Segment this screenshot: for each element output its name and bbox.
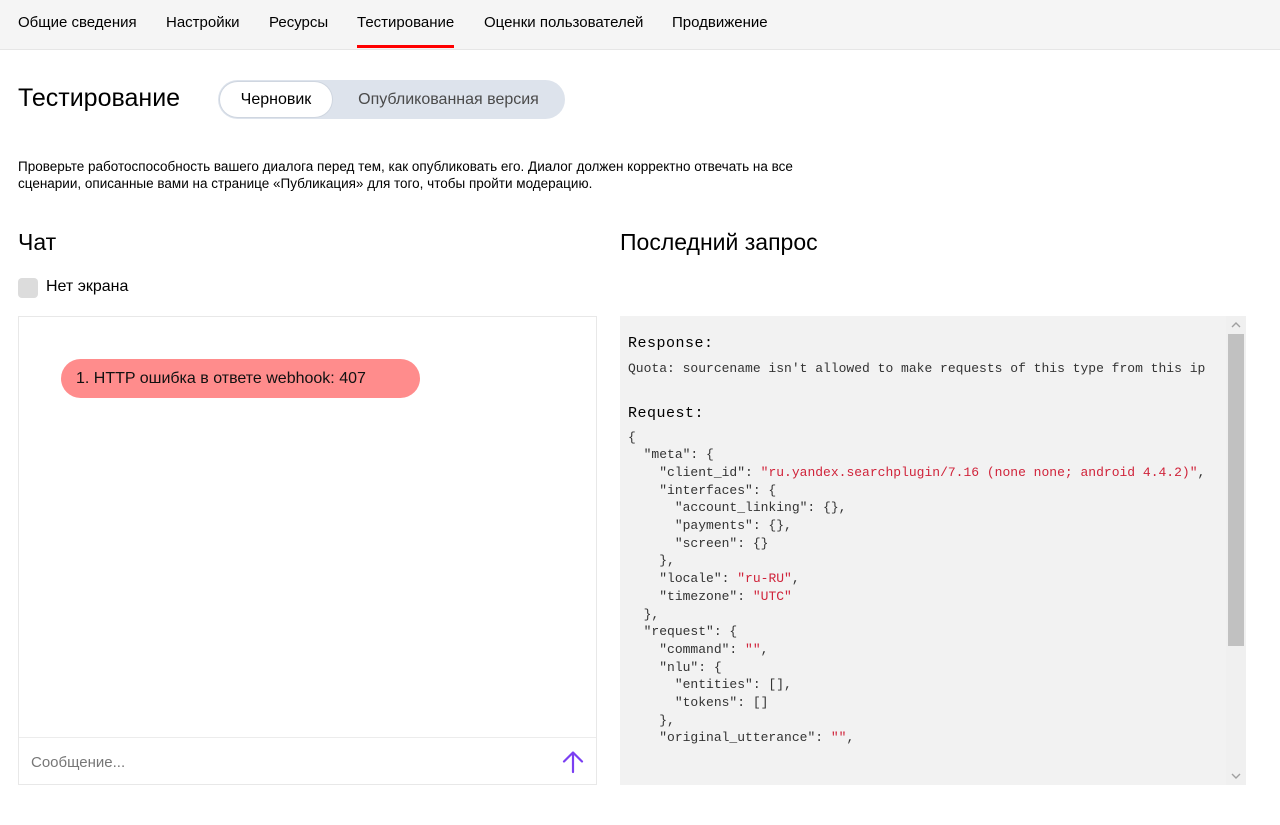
request-label: Request: [628, 404, 705, 422]
tab-user-ratings[interactable]: Оценки пользователей [484, 14, 643, 31]
code-token: , [791, 571, 800, 587]
tab-settings[interactable]: Настройки [166, 14, 240, 31]
arrow-up-icon [562, 751, 584, 774]
code-string-token: "" [745, 641, 761, 657]
no-screen-checkbox[interactable] [18, 278, 38, 298]
code-token: "timezone": [628, 588, 753, 604]
code-token: { [628, 429, 636, 445]
code-string-token: "UTC" [752, 588, 792, 604]
request-scrollbar[interactable] [1226, 316, 1246, 785]
code-line: "timezone": "UTC" [628, 588, 1226, 606]
message-input[interactable] [31, 747, 541, 777]
code-line: "entities": [], [628, 676, 1226, 694]
code-token: , [760, 641, 769, 657]
code-line: "locale": "ru-RU", [628, 570, 1226, 588]
no-screen-label: Нет экрана [46, 278, 129, 295]
code-line: }, [628, 606, 1226, 624]
code-line: "request": { [628, 623, 1226, 641]
code-token: , [846, 730, 855, 746]
code-line: { [628, 429, 1226, 447]
chat-input-bar [19, 737, 596, 784]
code-token: }, [628, 712, 675, 728]
code-token: "original_utterance": [628, 730, 831, 746]
code-token: "locale": [628, 571, 738, 587]
draft-version-option[interactable]: Черновик [220, 82, 332, 117]
code-line: "command": "", [628, 641, 1226, 659]
code-line: "meta": { [628, 446, 1226, 464]
code-line: "tokens": [] [628, 694, 1226, 712]
scroll-thumb[interactable] [1228, 334, 1244, 646]
send-button[interactable] [557, 746, 589, 778]
code-token: "account_linking": {}, [628, 500, 847, 516]
code-string-token: "ru-RU" [737, 571, 792, 587]
page-description: Проверьте работоспособность вашего диало… [18, 159, 793, 191]
code-line: }, [628, 712, 1226, 730]
page-title: Тестирование [18, 84, 181, 112]
tab-testing[interactable]: Тестирование [357, 14, 455, 48]
code-line: "screen": {} [628, 535, 1226, 553]
code-token: "client_id": [628, 464, 761, 480]
code-string-token: "" [830, 730, 847, 746]
chevron-down-icon [1231, 773, 1241, 779]
chevron-up-icon [1231, 322, 1241, 328]
request-json: { "meta": { "client_id": "ru.yandex.sear… [628, 429, 1226, 748]
chat-message-error: 1. HTTP ошибка в ответе webhook: 407 [61, 359, 420, 398]
code-line: "payments": {}, [628, 517, 1226, 535]
tab-resources[interactable]: Ресурсы [269, 14, 328, 31]
code-token: }, [628, 553, 675, 569]
code-token: "payments": {}, [628, 518, 792, 534]
code-line: "nlu": { [628, 659, 1226, 677]
code-line: }, [628, 552, 1226, 570]
scroll-down-arrow[interactable] [1226, 767, 1246, 785]
last-request-content: Response: Quota: sourcename isn't allowe… [628, 334, 1226, 747]
code-token: "interfaces": { [628, 482, 777, 498]
code-token: , [1197, 464, 1206, 480]
code-token: "tokens": [] [628, 695, 769, 711]
published-version-option[interactable]: Опубликованная версия [336, 82, 561, 117]
code-token: }, [628, 606, 660, 622]
chat-title: Чат [18, 229, 57, 255]
code-line: "original_utterance": "", [628, 729, 1226, 747]
chat-panel: 1. HTTP ошибка в ответе webhook: 407 [18, 316, 597, 785]
code-token: "entities": [], [628, 677, 792, 693]
code-string-token: "ru.yandex.searchplugin/7.16 (none none;… [760, 464, 1198, 480]
code-token: "nlu": { [628, 659, 722, 675]
code-token: "command": [628, 641, 746, 657]
last-request-title: Последний запрос [620, 229, 818, 255]
response-label: Response: [628, 335, 714, 352]
code-token: "screen": {} [628, 535, 769, 551]
code-line: "client_id": "ru.yandex.searchplugin/7.1… [628, 464, 1226, 482]
tab-promotion[interactable]: Продвижение [672, 14, 768, 31]
version-switch: Черновик Опубликованная версия [218, 80, 565, 119]
last-request-panel: Response: Quota: sourcename isn't allowe… [620, 316, 1246, 785]
scroll-up-arrow[interactable] [1226, 316, 1246, 334]
top-nav: Общие сведения Настройки Ресурсы Тестиро… [0, 0, 1280, 50]
code-token: "request": { [628, 624, 738, 640]
code-line: "interfaces": { [628, 482, 1226, 500]
code-token: "meta": { [628, 447, 714, 463]
response-text: Quota: sourcename isn't allowed to make … [628, 361, 1206, 376]
code-line: "account_linking": {}, [628, 499, 1226, 517]
tab-general-info[interactable]: Общие сведения [18, 14, 137, 31]
